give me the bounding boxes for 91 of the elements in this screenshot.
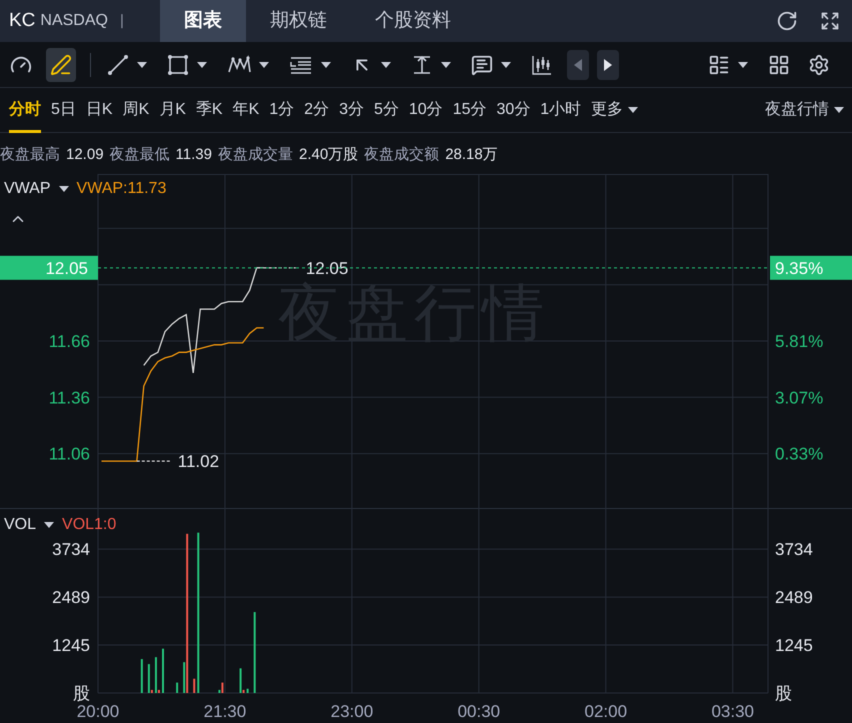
ticker-symbol: KC — [9, 8, 36, 33]
caret-icon — [441, 62, 451, 68]
unit-label: 股 — [775, 684, 792, 703]
settings-icon — [808, 54, 830, 76]
volume-bar — [140, 659, 143, 693]
more-dropdown[interactable]: 更多 — [591, 98, 638, 122]
indicator-name[interactable]: VWAP — [4, 177, 51, 201]
volume-axis-label: 2489 — [52, 588, 90, 608]
caret-icon — [834, 107, 844, 113]
caret-icon — [197, 62, 207, 68]
volume-axis-label: 3734 — [775, 540, 813, 560]
line-tool-icon — [107, 54, 129, 76]
stat-value: 11.39 — [176, 144, 212, 165]
stat-label: 夜盘成交额 — [364, 144, 440, 165]
period-tab[interactable]: 年K — [232, 88, 260, 132]
header-tab[interactable]: 个股资料 — [350, 0, 475, 42]
caret-icon — [738, 62, 748, 68]
period-tab[interactable]: 3分 — [339, 88, 364, 132]
stat-label: 夜盘成交量 — [218, 144, 293, 165]
pencil-tool-button[interactable] — [46, 48, 76, 82]
price-axis-label: 11.36 — [48, 388, 90, 408]
measure-tool-icon — [411, 54, 433, 76]
session-dropdown[interactable]: 夜盘行情 — [765, 98, 844, 122]
stat-label: 夜盘最高 — [0, 144, 60, 165]
header-tab[interactable]: 图表 — [160, 0, 246, 42]
fullscreen-icon[interactable] — [820, 11, 840, 31]
period-tab[interactable]: 1分 — [269, 88, 294, 132]
caret-icon — [259, 62, 269, 68]
time-axis-label: 02:00 — [584, 702, 628, 721]
indicator-value: VWAP:11.73 — [76, 179, 166, 199]
time-axis-label: 23:00 — [330, 702, 374, 721]
period-tab[interactable]: 季K — [196, 88, 223, 132]
rectangle-tool-icon — [167, 54, 189, 76]
period-tab[interactable]: 5分 — [374, 88, 399, 132]
previous-button[interactable] — [567, 50, 589, 80]
separator: | — [120, 10, 124, 31]
period-tab[interactable]: 2分 — [304, 88, 330, 132]
left-triangle-icon — [574, 58, 582, 70]
volume-axis-label: 1245 — [775, 636, 813, 656]
exchange-label: NASDAQ — [40, 11, 108, 31]
stat-label: 夜盘最低 — [110, 144, 170, 165]
indicator-caret-icon — [44, 522, 54, 528]
stat-value: 12.09 — [66, 144, 104, 165]
stat-value: 28.18万 — [445, 144, 498, 165]
period-tab[interactable]: 月K — [159, 88, 186, 132]
period-tab[interactable]: 1小时 — [540, 88, 582, 132]
pencil-icon — [50, 54, 72, 76]
time-axis-label: 21:30 — [204, 702, 246, 721]
percent-axis-label: 0.33% — [775, 444, 824, 464]
time-axis-label: 20:00 — [76, 702, 120, 721]
next-button[interactable] — [597, 50, 619, 80]
volume-bar — [246, 688, 249, 693]
refresh-icon[interactable] — [776, 10, 798, 32]
price-axis-label: 11.06 — [48, 444, 90, 464]
right-triangle-icon — [604, 58, 612, 70]
caret-icon — [137, 62, 147, 68]
caret-icon — [628, 107, 638, 113]
caret-icon — [321, 62, 331, 68]
low-price-label: 11.02 — [178, 452, 220, 472]
indicator-name[interactable]: VOL — [4, 513, 36, 537]
period-tab[interactable]: 分时 — [9, 88, 41, 132]
text-box-icon — [471, 54, 493, 76]
percent-axis-label: 3.07% — [775, 388, 824, 408]
period-tab[interactable]: 15分 — [452, 88, 486, 132]
time-axis-label: 03:30 — [711, 702, 754, 721]
candlestick-icon — [531, 54, 553, 76]
header-tab[interactable]: 期权链 — [246, 0, 351, 42]
volume-axis-label: 3734 — [52, 540, 90, 560]
current-price-tag: 12.05 — [0, 256, 98, 280]
volume-axis-label: 2489 — [775, 588, 813, 608]
volume-bar — [176, 682, 178, 693]
indicator-caret-icon — [58, 186, 69, 192]
caret-icon — [501, 62, 511, 68]
period-tab[interactable]: 10分 — [408, 88, 443, 132]
period-tab[interactable]: 周K — [122, 88, 150, 132]
percent-axis-label: 5.81% — [775, 332, 824, 351]
layout-list-icon — [708, 54, 730, 76]
unit-label: 股 — [73, 684, 90, 703]
period-tab[interactable]: 30分 — [496, 88, 530, 132]
grid-icon — [768, 54, 790, 76]
volume-bar — [193, 678, 196, 693]
high-price-label: 12.05 — [306, 258, 348, 278]
volume-axis-label: 1245 — [52, 636, 90, 656]
price-axis-label: 11.66 — [48, 332, 90, 351]
change-tag: 9.35% — [770, 256, 852, 280]
period-tab[interactable]: 日K — [86, 88, 113, 132]
period-tab[interactable]: 5日 — [51, 88, 76, 132]
stat-value: 2.40万股 — [298, 144, 358, 165]
time-axis-label: 00:30 — [458, 702, 500, 721]
indicator-value: VOL1:0 — [62, 515, 116, 535]
caret-icon — [381, 62, 391, 68]
